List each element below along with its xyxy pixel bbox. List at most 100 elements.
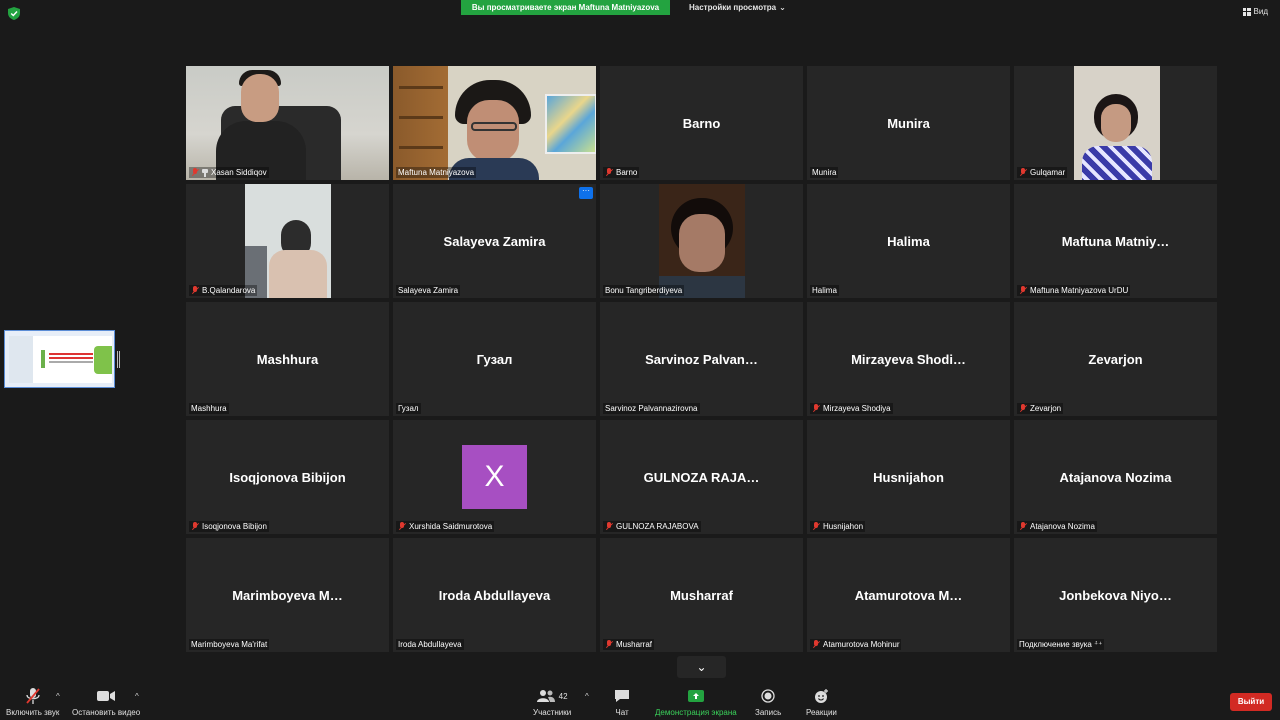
- participant-tile[interactable]: Atamurotova M… Atamurotova Mohinur: [807, 538, 1010, 652]
- participant-name: B.Qalandarova: [202, 286, 256, 295]
- view-settings-label: Настройки просмотра: [689, 3, 777, 12]
- participant-tile[interactable]: Marimboyeva M… Marimboyeva Ma'rifat: [186, 538, 389, 652]
- participant-tile[interactable]: Gulqamar: [1014, 66, 1217, 180]
- participant-name-label: Isoqjonova Bibijon: [189, 521, 269, 532]
- participant-tile[interactable]: Jonbekova Niyo… Подключение звука ⁺̇⁺: [1014, 538, 1217, 652]
- participant-tile[interactable]: Bonu Tangriberdiyeva: [600, 184, 803, 298]
- participant-tile[interactable]: Zevarjon Zevarjon: [1014, 302, 1217, 416]
- view-settings-menu[interactable]: Настройки просмотра ⌄: [689, 0, 786, 15]
- participant-name: Xasan Siddiqov: [211, 168, 267, 177]
- resize-handle[interactable]: [117, 351, 120, 368]
- participant-display-name: Barno: [682, 116, 721, 131]
- participant-display-name: Sarvinoz Palvan…: [645, 352, 758, 367]
- participant-display-name: Atamurotova M…: [854, 588, 963, 603]
- participant-video: [1074, 66, 1160, 180]
- participant-display-name: GULNOZA RAJA…: [643, 470, 760, 485]
- chevron-down-icon: ⌄: [779, 3, 786, 12]
- participant-tile[interactable]: Barno Barno: [600, 66, 803, 180]
- participant-name: Подключение звука ⁺̇⁺: [1019, 640, 1103, 649]
- participant-tile[interactable]: Husnijahon Husnijahon: [807, 420, 1010, 534]
- participant-display-name: Munira: [887, 116, 930, 131]
- view-button[interactable]: Вид: [1242, 7, 1268, 16]
- video-options-caret[interactable]: ^: [135, 692, 139, 701]
- participant-name: Musharraf: [616, 640, 653, 649]
- participant-avatar: X: [462, 445, 527, 509]
- participant-video: [186, 66, 389, 180]
- grid-view-icon: [1242, 7, 1251, 16]
- microphone-muted-icon: [191, 522, 199, 531]
- participant-tile[interactable]: Xasan Siddiqov: [186, 66, 389, 180]
- participant-tile[interactable]: X Xurshida Saidmurotova: [393, 420, 596, 534]
- microphone-muted-icon: [605, 522, 613, 531]
- shield-icon[interactable]: [8, 7, 20, 20]
- stop-video-label: Остановить видео: [72, 708, 141, 717]
- reactions-button[interactable]: Реакции: [806, 686, 837, 717]
- participant-name-label: Гузал: [396, 403, 421, 414]
- top-bar: Вы просматриваете экран Maftuna Matniyaz…: [0, 0, 1280, 28]
- participant-name-label: Подключение звука ⁺̇⁺: [1017, 639, 1105, 650]
- meeting-toolbar: Включить звук ^ Остановить видео ^ 42 Уч…: [0, 684, 1280, 720]
- participant-name: Bonu Tangriberdiyeva: [605, 286, 683, 295]
- participant-name: Atajanova Nozima: [1030, 522, 1095, 531]
- share-screen-label: Демонстрация экрана: [655, 708, 737, 717]
- participant-name-label: B.Qalandarova: [189, 285, 258, 296]
- participant-display-name: Mirzayeva Shodi…: [851, 352, 966, 367]
- record-button[interactable]: Запись: [755, 686, 781, 717]
- participant-name-label: Maftuna Matniyazova: [396, 167, 477, 178]
- participant-tile[interactable]: Гузал Гузал: [393, 302, 596, 416]
- participants-label: Участники: [533, 708, 572, 717]
- participant-display-name: Atajanova Nozima: [1059, 470, 1172, 485]
- participant-video: [245, 184, 331, 298]
- participant-tile[interactable]: Salayeva Zamira ··· Salayeva Zamira: [393, 184, 596, 298]
- participant-tile[interactable]: Isoqjonova Bibijon Isoqjonova Bibijon: [186, 420, 389, 534]
- microphone-muted-icon: [812, 522, 820, 531]
- participant-display-name: Husnijahon: [873, 470, 944, 485]
- more-options-button[interactable]: ···: [579, 187, 593, 199]
- screen-share-banner: Вы просматриваете экран Maftuna Matniyaz…: [461, 0, 670, 15]
- participant-display-name: Iroda Abdullayeva: [438, 588, 551, 603]
- expand-toolbar-button[interactable]: ⌄: [677, 656, 726, 678]
- participant-tile[interactable]: Sarvinoz Palvan… Sarvinoz Palvannazirovna: [600, 302, 803, 416]
- microphone-muted-icon: [1019, 286, 1027, 295]
- participant-name: Munira: [812, 168, 837, 177]
- record-label: Запись: [755, 708, 782, 717]
- unmute-label: Включить звук: [6, 708, 60, 717]
- participant-tile[interactable]: Halima Halima: [807, 184, 1010, 298]
- participant-name-label: Barno: [603, 167, 640, 178]
- participant-tile[interactable]: Maftuna Matniyazova: [393, 66, 596, 180]
- participant-name: GULNOZA RAJABOVA: [616, 522, 699, 531]
- pin-icon: [202, 168, 208, 177]
- participant-tile[interactable]: B.Qalandarova: [186, 184, 389, 298]
- participant-tile[interactable]: Atajanova Nozima Atajanova Nozima: [1014, 420, 1217, 534]
- participant-tile[interactable]: Mirzayeva Shodi… Mirzayeva Shodiya: [807, 302, 1010, 416]
- participant-name-label: Iroda Abdullayeva: [396, 639, 464, 650]
- participant-name: Maftuna Matniyazova UrDU: [1030, 286, 1129, 295]
- participants-button[interactable]: 42 Участники: [533, 686, 571, 717]
- participant-name: Marimboyeva Ma'rifat: [191, 640, 268, 649]
- participants-icon: [536, 690, 555, 702]
- participants-options-caret[interactable]: ^: [585, 692, 589, 701]
- shared-screen-thumbnail[interactable]: [4, 330, 115, 388]
- unmute-button[interactable]: Включить звук: [6, 686, 59, 717]
- share-screen-button[interactable]: Демонстрация экрана: [655, 686, 737, 717]
- audio-options-caret[interactable]: ^: [56, 692, 60, 701]
- participant-name-label: Atajanova Nozima: [1017, 521, 1097, 532]
- microphone-muted-icon: [605, 640, 613, 649]
- chat-button[interactable]: Чат: [614, 686, 630, 717]
- participant-tile[interactable]: Musharraf Musharraf: [600, 538, 803, 652]
- participant-name-label: Xasan Siddiqov: [189, 167, 269, 178]
- reactions-icon: [814, 688, 828, 703]
- participant-tile[interactable]: Maftuna Matniy… Maftuna Matniyazova UrDU: [1014, 184, 1217, 298]
- chat-label: Чат: [615, 708, 629, 717]
- participant-name: Halima: [812, 286, 837, 295]
- participant-display-name: Marimboyeva M…: [232, 588, 343, 603]
- participant-tile[interactable]: Iroda Abdullayeva Iroda Abdullayeva: [393, 538, 596, 652]
- participant-name: Husnijahon: [823, 522, 864, 531]
- participant-tile[interactable]: GULNOZA RAJA… GULNOZA RAJABOVA: [600, 420, 803, 534]
- view-button-label: Вид: [1253, 7, 1268, 16]
- participant-tile[interactable]: Mashhura Mashhura: [186, 302, 389, 416]
- stop-video-button[interactable]: Остановить видео: [72, 686, 140, 717]
- share-screen-icon: [687, 690, 704, 702]
- participant-tile[interactable]: Munira Munira: [807, 66, 1010, 180]
- leave-button[interactable]: Выйти: [1230, 693, 1272, 711]
